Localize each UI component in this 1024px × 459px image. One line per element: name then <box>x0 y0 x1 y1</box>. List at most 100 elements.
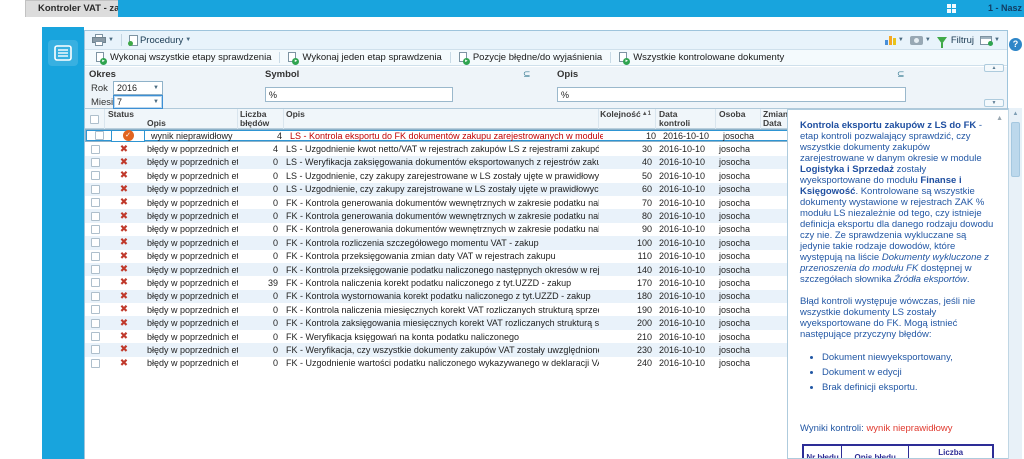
description-cell: FK - Weryfikacja księgowań na konta poda… <box>286 331 519 342</box>
opis-filter-input[interactable] <box>557 87 906 102</box>
date-cell: 2016-10-10 <box>659 170 706 181</box>
main-toolbar: ▼ Procedury ▼ ▼ ▼ Filtruj ▼ <box>85 31 1007 50</box>
action-button[interactable]: ▸ Wszystkie kontrolowane dokumenty <box>614 51 789 65</box>
toolbar-divider <box>120 34 122 46</box>
description-cell: LS - Weryfikacja zaksięgowania dokumentó… <box>286 157 599 168</box>
status-header[interactable]: Status Opis <box>105 109 238 129</box>
error-count-cell: 0 <box>272 264 278 275</box>
date-cell: 2016-10-10 <box>659 277 706 288</box>
action-button[interactable]: ▸ Wykonaj jeden etap sprawdzenia <box>283 51 446 65</box>
row-checkbox[interactable] <box>90 305 100 315</box>
month-select[interactable]: 7 ▼ <box>113 95 163 109</box>
select-all-checkbox[interactable] <box>90 114 99 124</box>
status-error-icon: ✖ <box>119 143 129 155</box>
procedures-button[interactable]: Procedury ▼ <box>127 34 191 46</box>
apps-grid-icon[interactable] <box>947 4 956 13</box>
status-cell: ✖ <box>105 250 143 263</box>
layout-button[interactable]: ▼ <box>980 35 1000 46</box>
row-checkbox[interactable] <box>90 291 100 301</box>
row-checkbox[interactable] <box>90 144 100 154</box>
status-error-icon: ✖ <box>119 357 129 369</box>
row-checkbox[interactable] <box>90 157 100 167</box>
status-description-cell: błędy w poprzednich etapach <box>147 264 238 275</box>
description-cell: FK - Kontrola przeksięgowanie podatku na… <box>286 264 599 275</box>
row-checkbox[interactable] <box>90 345 100 355</box>
row-checkbox[interactable] <box>90 198 100 208</box>
title-bar: 1 - Nasz <box>118 0 1024 17</box>
person-cell: josocha <box>719 331 751 342</box>
error-count-cell: 0 <box>272 197 278 208</box>
panel-bullet-list: Dokument niewyeksportowany, Dokument w ed… <box>822 352 994 393</box>
action-button[interactable]: ▸ Wykonaj wszystkie etapy sprawdzenia <box>91 51 276 65</box>
sequence-cell: 100 <box>636 237 652 248</box>
funnel-icon <box>936 36 947 48</box>
description-cell: FK - Kontrola przeksięgowania zmian daty… <box>286 251 556 262</box>
date-cell: 2016-10-10 <box>659 237 706 248</box>
scroll-up-icon[interactable]: ▲ <box>996 113 1003 124</box>
row-checkbox[interactable] <box>94 131 104 141</box>
row-checkbox[interactable] <box>90 171 100 181</box>
sequence-cell: 110 <box>637 251 652 262</box>
menu-list-icon[interactable] <box>48 40 78 66</box>
company-label: 1 - Nasz <box>987 3 1022 13</box>
status-change-header[interactable]: Zmiana stat Data <box>761 109 810 129</box>
operator-icon[interactable]: ⊆ <box>897 69 905 80</box>
window-layout-icon <box>980 35 994 46</box>
symbol-filter-input[interactable] <box>265 87 453 102</box>
toolbar-divider <box>449 52 451 63</box>
filter-button[interactable]: Filtruj <box>936 35 974 48</box>
help-button[interactable]: ? <box>1009 38 1022 51</box>
row-checkbox[interactable] <box>90 332 100 342</box>
action-button[interactable]: ▸ Pozycje błędne/do wyjaśnienia <box>454 51 607 65</box>
error-count-cell: 0 <box>272 331 278 342</box>
row-checkbox[interactable] <box>90 224 100 234</box>
row-checkbox[interactable] <box>90 318 100 328</box>
year-select[interactable]: 2016 ▼ <box>113 81 163 95</box>
status-warning-icon: ✓ <box>122 130 134 142</box>
collapse-up-button[interactable]: ▲ <box>984 64 1004 72</box>
description-cell: FK - Kontrola wystornowania korekt podat… <box>286 291 591 302</box>
status-change-cell <box>761 236 788 249</box>
operator-icon[interactable]: ⊆ <box>523 69 531 80</box>
row-checkbox[interactable] <box>90 278 100 288</box>
date-cell: 2016-10-10 <box>659 197 706 208</box>
bar-chart-icon <box>884 35 896 45</box>
chart-view-button[interactable]: ▼ <box>884 35 904 45</box>
print-button[interactable]: ▼ <box>92 34 114 46</box>
status-description-cell: błędy w poprzednich etapach <box>147 304 238 315</box>
table-row[interactable]: ✓ wynik nieprawidłowy 4 LS - Kontrola ekspo… <box>85 129 796 143</box>
person-cell: josocha <box>719 211 751 222</box>
row-checkbox-cell <box>85 236 105 249</box>
error-count-header[interactable]: Liczba błędów <box>238 109 284 129</box>
status-error-icon: ✖ <box>119 290 129 302</box>
panel-scrollbar[interactable]: ▲ <box>1008 108 1022 459</box>
row-checkbox[interactable] <box>90 211 100 221</box>
error-count-cell: 0 <box>272 237 278 248</box>
select-all-cell <box>85 109 105 129</box>
snapshot-button[interactable]: ▼ <box>909 35 931 45</box>
date-header[interactable]: Data kontroli <box>656 109 716 129</box>
row-checkbox[interactable] <box>90 238 100 248</box>
status-cell: ✖ <box>105 303 143 316</box>
row-checkbox-cell <box>85 196 105 209</box>
row-checkbox[interactable] <box>90 358 100 368</box>
status-change-cell <box>761 263 788 276</box>
chevron-down-icon: ▼ <box>897 37 904 43</box>
status-cell: ✖ <box>105 290 143 303</box>
collapse-down-button[interactable]: ▼ <box>984 99 1004 107</box>
scrollbar-thumb[interactable] <box>1011 122 1020 177</box>
row-checkbox[interactable] <box>90 265 100 275</box>
person-header[interactable]: Osoba <box>716 109 761 129</box>
status-description-cell: błędy w poprzednich etapach <box>147 170 238 181</box>
row-checkbox[interactable] <box>90 184 100 194</box>
description-cell: LS - Uzgodnienie kwot netto/VAT w rejest… <box>286 144 599 155</box>
scrollbar-up-arrow[interactable]: ▲ <box>1011 110 1020 119</box>
date-cell: 2016-10-10 <box>659 318 706 329</box>
status-cell: ✖ <box>105 183 143 196</box>
status-cell: ✓ <box>109 129 147 142</box>
status-error-icon: ✖ <box>119 197 129 209</box>
description-header[interactable]: Opis <box>284 109 599 129</box>
period-group-label: Okres <box>89 69 116 80</box>
row-checkbox[interactable] <box>90 251 100 261</box>
sequence-header[interactable]: Kolejność ▲1 <box>599 109 656 129</box>
